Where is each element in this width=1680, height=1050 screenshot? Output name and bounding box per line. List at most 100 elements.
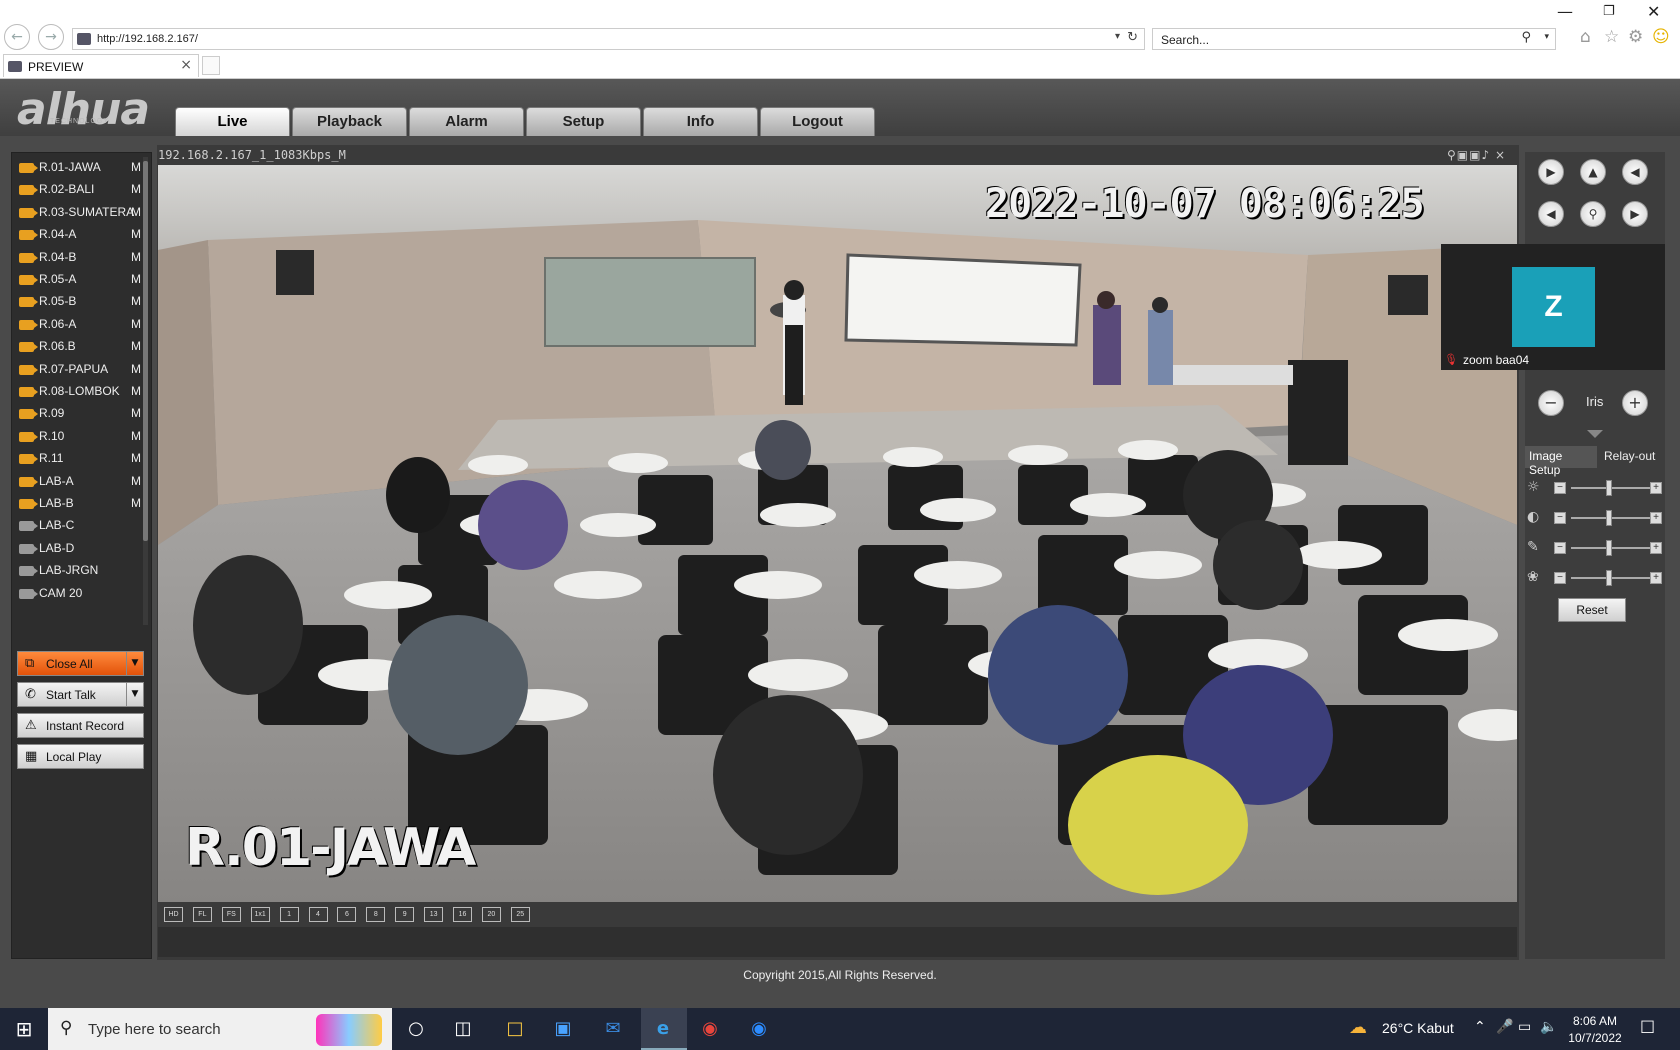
close-video-icon[interactable]: × <box>1495 148 1506 162</box>
device-item[interactable]: R.03-SUMATERA M <box>19 202 149 224</box>
saturation-plus-button[interactable]: + <box>1650 542 1662 554</box>
device-item[interactable]: R.05-A M <box>19 269 149 291</box>
tab-image-setup[interactable]: Image Setup <box>1525 446 1597 477</box>
notification-icon[interactable]: □ <box>1640 1016 1655 1035</box>
local-play-button[interactable]: ▦ Local Play <box>17 744 144 769</box>
ptz-left-button[interactable]: ◀ <box>1538 201 1564 227</box>
device-item[interactable]: LAB-C <box>19 515 149 537</box>
zoom-app-icon[interactable]: ◉ <box>746 1016 772 1042</box>
brightness-plus-button[interactable]: + <box>1650 482 1662 494</box>
favorites-star-icon[interactable]: ☆ <box>1604 27 1619 47</box>
device-stream-mode[interactable]: M <box>131 160 141 174</box>
record-icon[interactable]: ▣ <box>1457 148 1469 162</box>
layout-button[interactable]: 13 <box>424 907 444 922</box>
iris-minus-button[interactable]: − <box>1538 390 1564 416</box>
hue-plus-button[interactable]: + <box>1650 572 1662 584</box>
layout-button[interactable]: 16 <box>453 907 472 922</box>
address-dropdown-icon[interactable]: ▾ <box>1115 31 1120 42</box>
forward-icon[interactable]: → <box>38 24 64 50</box>
back-icon[interactable]: ← <box>4 24 30 50</box>
layout-button[interactable]: 9 <box>395 907 415 922</box>
layout-button[interactable]: 1x1 <box>250 907 270 922</box>
close-all-button[interactable]: ⧉ Close All ▼ <box>17 651 144 676</box>
device-item[interactable]: R.04-B M <box>19 247 149 269</box>
device-stream-mode[interactable]: M <box>131 429 141 443</box>
device-stream-mode[interactable]: M <box>131 339 141 353</box>
device-stream-mode[interactable]: M <box>131 294 141 308</box>
device-item[interactable]: R.05-B M <box>19 291 149 313</box>
hue-minus-button[interactable]: − <box>1554 572 1566 584</box>
ptz-center-button[interactable]: ⚲ <box>1580 201 1606 227</box>
device-item[interactable]: R.08-LOMBOK M <box>19 381 149 403</box>
audio-icon[interactable]: ♪ <box>1481 148 1490 162</box>
browser-tab[interactable]: PREVIEW × <box>3 54 199 77</box>
device-stream-mode[interactable]: M <box>131 406 141 420</box>
saturation-slider[interactable]: ✎ − + <box>1527 537 1663 559</box>
weather-icon[interactable]: ☁ <box>1349 1017 1367 1038</box>
tab-alarm[interactable]: Alarm <box>409 107 524 136</box>
layout-button[interactable]: 6 <box>337 907 357 922</box>
slider-track[interactable] <box>1571 547 1653 549</box>
search-dropdown-icon[interactable]: ▾ <box>1544 32 1549 42</box>
device-stream-mode[interactable]: M <box>131 182 141 196</box>
device-stream-mode[interactable]: M <box>131 451 141 465</box>
slider-knob[interactable] <box>1606 480 1612 496</box>
start-talk-dropdown-icon[interactable]: ▼ <box>126 683 143 706</box>
network-icon[interactable]: ▭ <box>1518 1019 1531 1035</box>
chrome-icon[interactable]: ◉ <box>697 1016 723 1042</box>
search-icon[interactable]: ⚲ <box>1521 30 1531 45</box>
device-stream-mode[interactable]: M <box>131 205 141 219</box>
layout-button[interactable]: 8 <box>366 907 386 922</box>
internet-explorer-icon[interactable]: e <box>650 1016 676 1042</box>
layout-button[interactable]: 20 <box>481 907 501 922</box>
weather-text[interactable]: 26°C Kabut <box>1382 1020 1454 1036</box>
device-stream-mode[interactable]: M <box>131 384 141 398</box>
device-item[interactable]: R.04-A M <box>19 224 149 246</box>
device-stream-mode[interactable]: M <box>131 496 141 510</box>
tab-playback[interactable]: Playback <box>292 107 407 136</box>
tab-title[interactable]: PREVIEW <box>28 60 83 74</box>
smiley-feedback-icon[interactable]: ☺ <box>1652 27 1670 47</box>
refresh-icon[interactable]: ↻ <box>1127 30 1138 45</box>
device-item[interactable]: R.10 M <box>19 426 149 448</box>
slider-track[interactable] <box>1571 517 1653 519</box>
mail-icon[interactable]: ✉ <box>600 1016 626 1042</box>
tab-close-icon[interactable]: × <box>180 57 192 73</box>
layout-button[interactable]: 25 <box>510 907 530 922</box>
device-item[interactable]: LAB-D <box>19 538 149 560</box>
layout-button[interactable]: 4 <box>308 907 328 922</box>
brightness-minus-button[interactable]: − <box>1554 482 1566 494</box>
browser-search-placeholder[interactable]: Search... <box>1161 33 1209 47</box>
taskbar-search-placeholder[interactable]: Type here to search <box>88 1021 221 1038</box>
layout-button[interactable]: HD <box>164 907 183 922</box>
tab-logout[interactable]: Logout <box>760 107 875 136</box>
task-view-icon[interactable]: ◫ <box>450 1016 476 1042</box>
browser-search-box[interactable]: Search... ⚲ ▾ <box>1152 28 1556 50</box>
scrollbar-thumb[interactable] <box>143 161 148 541</box>
slider-knob[interactable] <box>1606 510 1612 526</box>
address-bar[interactable]: http://192.168.2.167/ ▾ ↻ <box>72 28 1145 50</box>
slider-knob[interactable] <box>1606 570 1612 586</box>
tab-info[interactable]: Info <box>643 107 758 136</box>
contrast-minus-button[interactable]: − <box>1554 512 1566 524</box>
slider-track[interactable] <box>1571 487 1653 489</box>
tab-live[interactable]: Live <box>175 107 290 136</box>
device-item[interactable]: R.02-BALI M <box>19 179 149 201</box>
contrast-plus-button[interactable]: + <box>1650 512 1662 524</box>
start-talk-button[interactable]: ✆ Start Talk ▼ <box>17 682 144 707</box>
ptz-up-left-button[interactable]: ▶ <box>1538 159 1564 185</box>
slider-knob[interactable] <box>1606 540 1612 556</box>
reset-button[interactable]: Reset <box>1558 598 1626 622</box>
slider-track[interactable] <box>1571 577 1653 579</box>
home-icon[interactable]: ⌂ <box>1580 27 1591 47</box>
ptz-right-button[interactable]: ▶ <box>1622 201 1648 227</box>
ptz-up-button[interactable]: ▲ <box>1580 159 1606 185</box>
close-window-icon[interactable]: ✕ <box>1647 2 1660 21</box>
taskbar-search[interactable]: ⚲ Type here to search <box>48 1008 392 1050</box>
minimize-icon[interactable]: — <box>1557 2 1573 21</box>
microphone-icon[interactable]: 🎤 <box>1496 1019 1513 1035</box>
iris-plus-button[interactable]: + <box>1622 390 1648 416</box>
device-stream-mode[interactable]: M <box>131 362 141 376</box>
layout-button[interactable]: FL <box>192 907 212 922</box>
ptz-collapse-icon[interactable] <box>1587 430 1603 438</box>
